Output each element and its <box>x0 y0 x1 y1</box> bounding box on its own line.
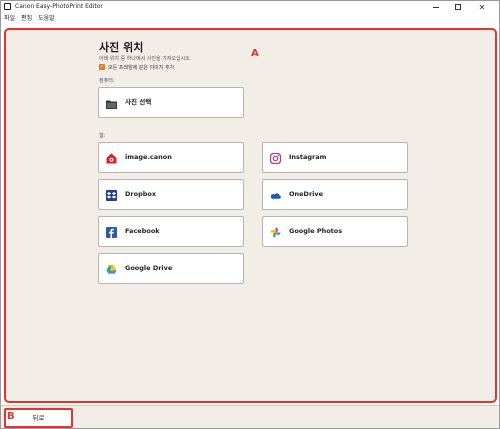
select-photo-button[interactable]: 사진 선택 <box>98 87 244 118</box>
image-canon-label: image.canon <box>125 153 172 161</box>
section-web: 웹: <box>99 133 106 139</box>
same-image-label: 모든 프레임에 같은 이미지 추가 <box>108 64 175 71</box>
google-drive-button[interactable]: Google Drive <box>98 253 244 284</box>
menu-edit[interactable]: 편집 <box>21 14 32 24</box>
maximize-icon <box>455 4 461 10</box>
onedrive-icon <box>270 190 281 201</box>
google-photos-icon <box>270 227 281 238</box>
maximize-button[interactable] <box>447 1 469 13</box>
close-button[interactable]: ✕ <box>471 1 493 13</box>
dropbox-label: Dropbox <box>125 190 157 198</box>
callout-b: B <box>7 411 15 422</box>
app-icon <box>4 3 11 10</box>
section-computer: 컴퓨터: <box>99 78 115 84</box>
same-image-checkbox[interactable]: ✓ <box>99 64 105 70</box>
instagram-icon <box>270 153 281 164</box>
google-photos-button[interactable]: Google Photos <box>262 216 408 247</box>
onedrive-label: OneDrive <box>289 190 324 198</box>
title-bar: Canon Easy-PhotoPrint Editor ✕ <box>1 1 499 13</box>
facebook-label: Facebook <box>125 227 160 235</box>
close-icon: ✕ <box>478 2 486 12</box>
image-canon-button[interactable]: image.canon <box>98 142 244 173</box>
google-drive-icon <box>106 264 117 275</box>
window-title: Canon Easy-PhotoPrint Editor <box>15 3 103 10</box>
facebook-button[interactable]: Facebook <box>98 216 244 247</box>
dropbox-icon <box>106 190 117 201</box>
google-photos-label: Google Photos <box>289 227 343 235</box>
menu-file[interactable]: 파일 <box>4 14 15 24</box>
minimize-button[interactable] <box>425 1 447 13</box>
facebook-icon <box>106 227 117 238</box>
menu-bar: 파일 편집 도움말 <box>1 13 499 25</box>
back-label: 뒤로 <box>32 414 45 422</box>
callout-a: A <box>251 48 259 59</box>
checkmark-icon: ✓ <box>99 64 105 70</box>
app-window: Canon Easy-PhotoPrint Editor ✕ 파일 편집 도움말… <box>0 0 500 429</box>
image-canon-icon <box>106 153 117 164</box>
menu-help[interactable]: 도움말 <box>38 14 55 24</box>
page-title: 사진 위치 <box>99 41 144 54</box>
page-subtitle: 아래 위치 중 하나에서 사진을 가져오십시오. <box>99 56 192 62</box>
photo-location-panel: A 사진 위치 아래 위치 중 하나에서 사진을 가져오십시오. ✓ 모든 프레… <box>4 28 497 403</box>
dropbox-button[interactable]: Dropbox <box>98 179 244 210</box>
same-image-option[interactable]: ✓ 모든 프레임에 같은 이미지 추가 <box>99 63 174 71</box>
bottom-bar: 뒤로 <box>1 405 499 428</box>
google-drive-label: Google Drive <box>125 264 173 272</box>
onedrive-button[interactable]: OneDrive <box>262 179 408 210</box>
select-photo-label: 사진 선택 <box>125 98 152 106</box>
folder-icon <box>106 98 117 109</box>
instagram-label: Instagram <box>289 153 327 161</box>
instagram-button[interactable]: Instagram <box>262 142 408 173</box>
minimize-icon <box>433 6 439 8</box>
